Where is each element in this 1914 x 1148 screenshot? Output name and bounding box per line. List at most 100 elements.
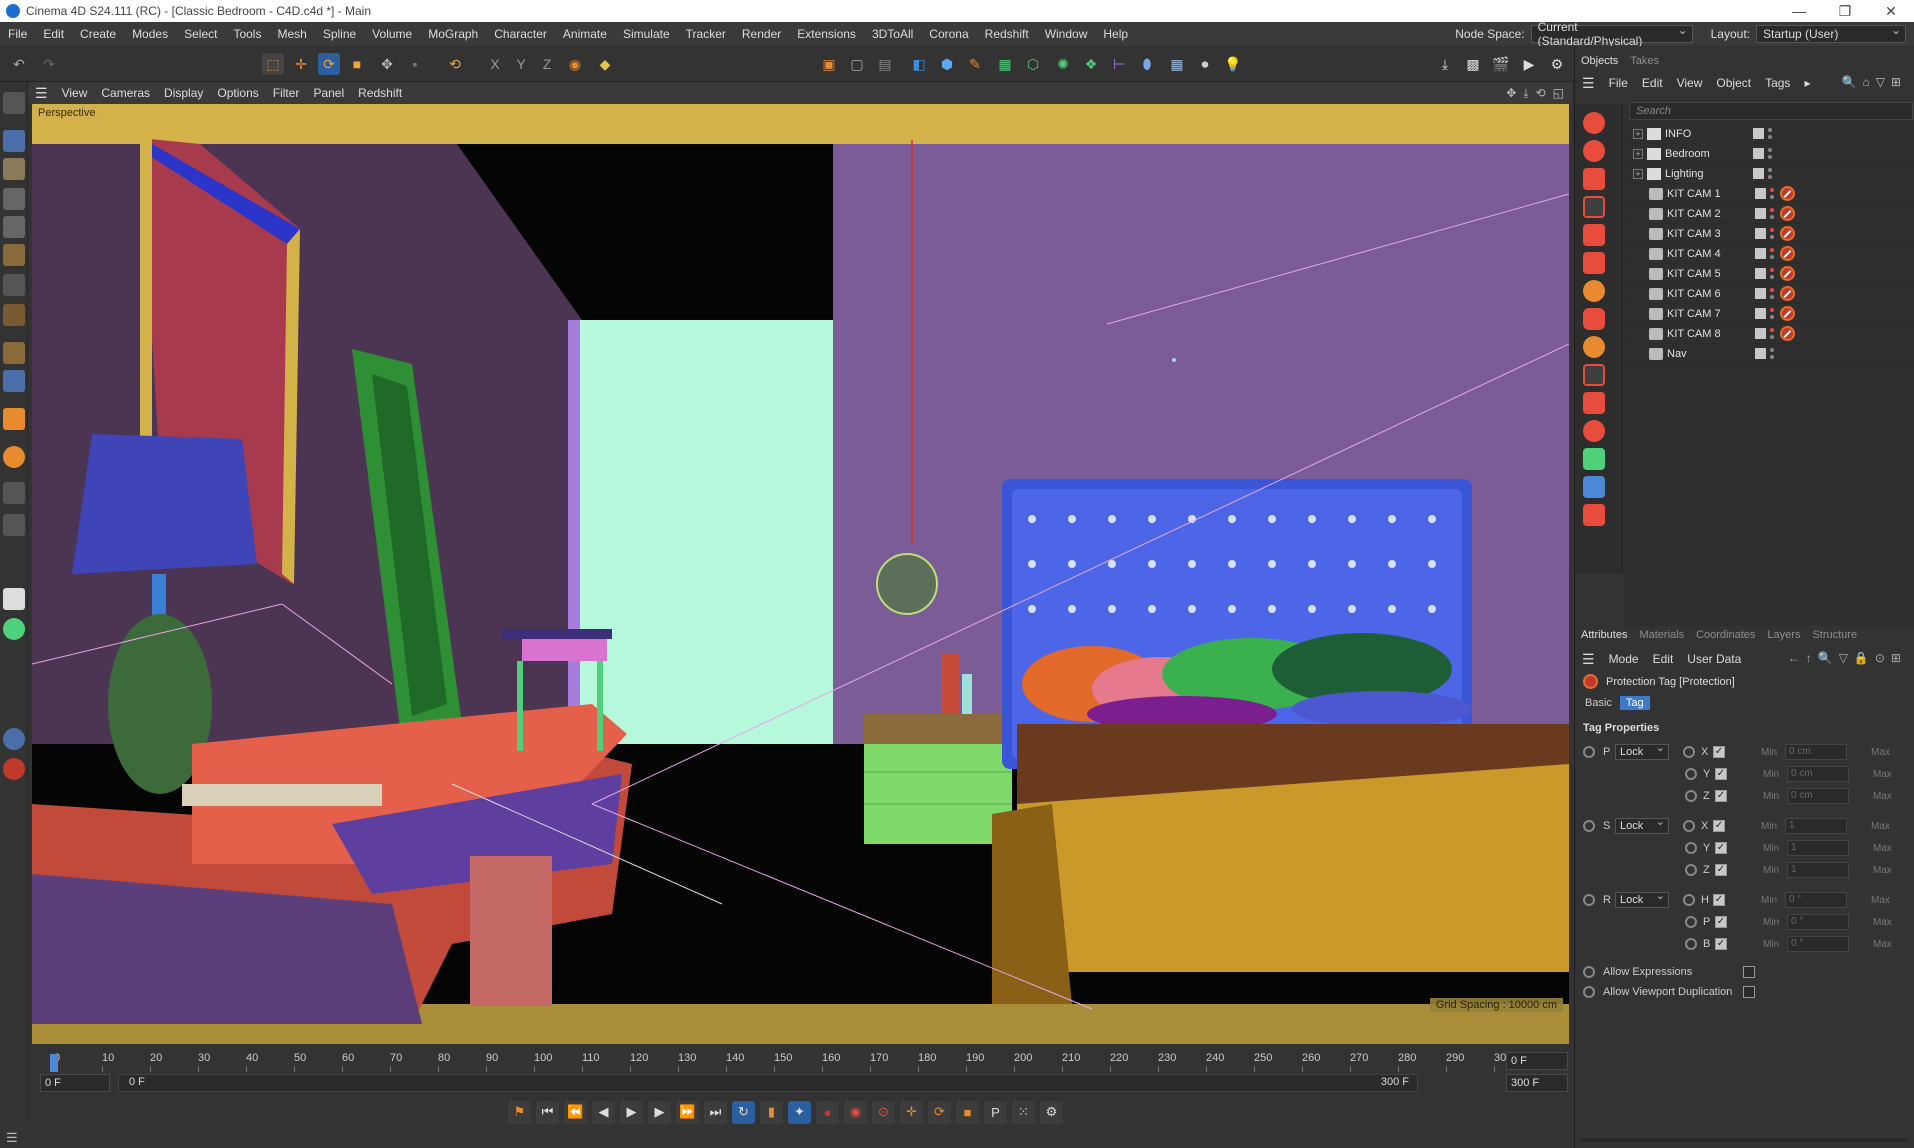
corona-icon[interactable] xyxy=(3,758,25,780)
render-visibility-dots[interactable] xyxy=(1770,247,1776,261)
animate-radio[interactable] xyxy=(1583,746,1595,758)
list-item-info[interactable]: + INFO xyxy=(1625,124,1914,144)
animate-radio[interactable] xyxy=(1685,842,1697,854)
animate-radio[interactable] xyxy=(1583,820,1595,832)
render-visibility-dots[interactable] xyxy=(1770,227,1776,241)
animate-radio[interactable] xyxy=(1685,916,1697,928)
cloner-icon[interactable]: ✺ xyxy=(1052,53,1074,75)
start-frame-field[interactable]: 0 F xyxy=(40,1074,110,1092)
animate-radio[interactable] xyxy=(1683,894,1695,906)
menu-simulate[interactable]: Simulate xyxy=(615,27,678,41)
redshift-light-icon[interactable] xyxy=(1583,280,1605,302)
lock-z-icon[interactable]: Z xyxy=(536,53,558,75)
light-icon[interactable]: 💡 xyxy=(1222,53,1244,75)
objects-menu-tags[interactable]: Tags xyxy=(1758,76,1797,90)
attributes-menu-user-data[interactable]: User Data xyxy=(1680,652,1748,666)
pen-icon[interactable]: ✎ xyxy=(964,53,986,75)
render-visibility-dots[interactable] xyxy=(1770,207,1776,221)
objects-menu-edit[interactable]: Edit xyxy=(1635,76,1670,90)
axis-checkbox[interactable]: ✓ xyxy=(1715,842,1727,854)
wrench-icon[interactable] xyxy=(3,588,25,610)
key-pla-icon[interactable]: ⁙ xyxy=(1012,1100,1035,1124)
protection-tag-icon[interactable] xyxy=(1780,266,1795,281)
redshift-snapshot-icon[interactable] xyxy=(1583,196,1605,218)
redshift-volume-icon[interactable] xyxy=(1583,420,1605,442)
animate-radio[interactable] xyxy=(1685,768,1697,780)
min-field[interactable]: 0 cm xyxy=(1785,744,1847,760)
visibility-checkbox[interactable] xyxy=(1755,328,1766,339)
protection-tag-icon[interactable] xyxy=(1780,286,1795,301)
list-item-kit-cam-3[interactable]: KIT CAM 3 xyxy=(1625,224,1914,244)
undo-icon[interactable]: ↶ xyxy=(8,53,30,75)
menu-edit[interactable]: Edit xyxy=(35,27,72,41)
key-rotation-icon[interactable]: ⟳ xyxy=(928,1100,951,1124)
auto-key-icon[interactable]: ✦ xyxy=(788,1100,811,1124)
animate-radio[interactable] xyxy=(1683,746,1695,758)
redshift-aov-icon[interactable] xyxy=(1583,448,1605,470)
key-scale-icon[interactable]: ■ xyxy=(956,1100,979,1124)
animate-radio[interactable] xyxy=(1583,986,1595,998)
locked-workplane-icon[interactable] xyxy=(3,514,25,536)
animate-radio[interactable] xyxy=(1685,938,1697,950)
close-button[interactable]: ✕ xyxy=(1868,0,1914,22)
layout-dropdown[interactable]: Startup (User) xyxy=(1756,23,1906,43)
toggle-view-icon[interactable]: ◱ xyxy=(1553,86,1564,101)
render-visibility-dots[interactable] xyxy=(1770,327,1776,341)
redshift-icon[interactable] xyxy=(3,728,25,750)
render-settings-icon[interactable]: ⚙ xyxy=(1546,53,1568,75)
cube-icon[interactable]: ⬢ xyxy=(936,53,958,75)
tab-attributes[interactable]: Attributes xyxy=(1575,629,1633,641)
mode-dropdown[interactable]: Lock xyxy=(1615,889,1669,908)
menu-file[interactable]: File xyxy=(0,27,35,41)
loop-icon[interactable]: ↻ xyxy=(732,1100,755,1124)
protection-tag-icon[interactable] xyxy=(1780,326,1795,341)
mode-dropdown[interactable]: Lock xyxy=(1615,741,1669,760)
perspective-viewport[interactable]: Perspective Grid Spacing : 10000 cm xyxy=(32,104,1569,1044)
animate-radio[interactable] xyxy=(1685,864,1697,876)
camera-icon[interactable]: ⏺ xyxy=(1194,53,1216,75)
min-field[interactable]: 0 ° xyxy=(1787,936,1849,952)
lock-y-icon[interactable]: Y xyxy=(510,53,532,75)
playhead[interactable] xyxy=(50,1054,58,1072)
import-icon[interactable]: ⤓ xyxy=(1434,53,1456,75)
visibility-checkbox[interactable] xyxy=(1755,268,1766,279)
visibility-checkbox[interactable] xyxy=(1753,128,1764,139)
subtab-tag[interactable]: Tag xyxy=(1619,696,1650,710)
render-active-view-icon[interactable]: ▶ xyxy=(1518,53,1540,75)
tab-materials[interactable]: Materials xyxy=(1633,629,1690,641)
clapper-icon[interactable]: 🎬 xyxy=(1490,53,1512,75)
extrude-icon[interactable]: ⬡ xyxy=(1022,53,1044,75)
axis-checkbox[interactable]: ✓ xyxy=(1713,746,1725,758)
visibility-checkbox[interactable] xyxy=(1755,208,1766,219)
brush-icon[interactable] xyxy=(3,408,25,430)
redshift-ipr-icon[interactable] xyxy=(1583,168,1605,190)
render-view-icon[interactable]: ▢ xyxy=(846,53,868,75)
expand-icon[interactable]: + xyxy=(1633,128,1643,139)
menu-volume[interactable]: Volume xyxy=(364,27,420,41)
redshift-feedback-icon[interactable] xyxy=(1583,504,1605,526)
redshift-environment-icon[interactable] xyxy=(1583,364,1605,386)
menu-spline[interactable]: Spline xyxy=(315,27,364,41)
scale-tool-icon[interactable]: ■ xyxy=(346,53,368,75)
placeholder-tool-icon[interactable]: ▪ xyxy=(404,53,426,75)
subdivision-icon[interactable]: ▦ xyxy=(994,53,1016,75)
model-mode-icon[interactable] xyxy=(3,130,25,152)
tab-coordinates[interactable]: Coordinates xyxy=(1690,629,1761,641)
list-item-bedroom[interactable]: + Bedroom xyxy=(1625,144,1914,164)
visibility-checkbox[interactable] xyxy=(1755,248,1766,259)
sculpt-icon[interactable] xyxy=(3,446,25,468)
menu-render[interactable]: Render xyxy=(734,27,789,41)
axis-checkbox[interactable]: ✓ xyxy=(1715,790,1727,802)
timeline-settings-icon[interactable]: ▮ xyxy=(760,1100,783,1124)
attributes-menu-mode[interactable]: Mode xyxy=(1602,652,1646,666)
list-item-kit-cam-6[interactable]: KIT CAM 6 xyxy=(1625,284,1914,304)
lock-x-icon[interactable]: X xyxy=(484,53,506,75)
menu-corona[interactable]: Corona xyxy=(921,27,976,41)
menu-window[interactable]: Window xyxy=(1037,27,1096,41)
objects-menu-more-icon[interactable]: ▸ xyxy=(1797,76,1817,90)
coordinate-system-icon[interactable]: ◉ xyxy=(564,53,586,75)
menu-mesh[interactable]: Mesh xyxy=(269,27,314,41)
list-item-kit-cam-8[interactable]: KIT CAM 8 xyxy=(1625,324,1914,344)
render-queue-icon[interactable]: ▤ xyxy=(874,53,896,75)
tab-structure[interactable]: Structure xyxy=(1806,629,1863,641)
